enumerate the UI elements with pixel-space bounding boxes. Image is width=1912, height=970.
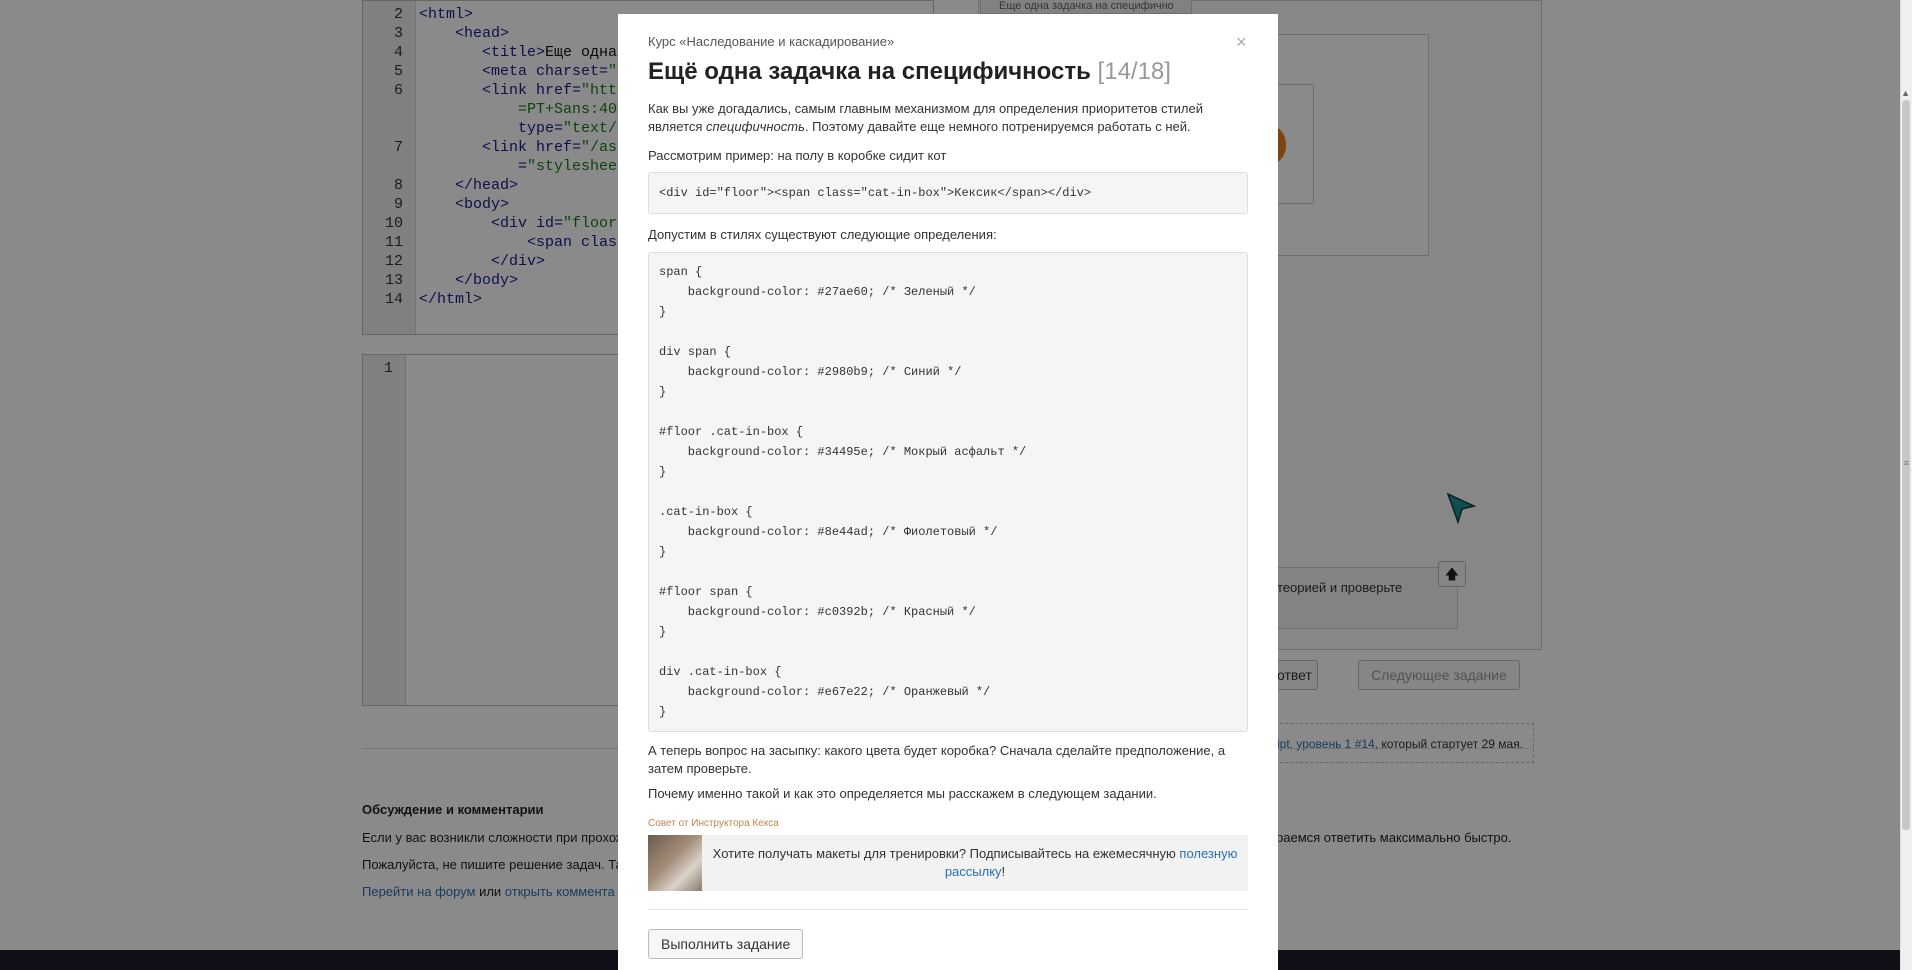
modal-title-text: Ещё одна задачка на специфичность (648, 58, 1091, 85)
task-counter: [14/18] (1097, 58, 1171, 85)
scroll-grip-icon: ≡ (1903, 458, 1909, 468)
example-intro: Рассмотрим пример: на полу в коробке сид… (648, 148, 947, 163)
styles-intro: Допустим в стилях существуют следующие о… (648, 227, 997, 242)
advice-text: Хотите получать макеты для тренировки? П… (702, 845, 1248, 881)
intro-emphasis: специфичность (706, 119, 805, 134)
advice-label: Совет от Инструктора Кекса (648, 818, 779, 829)
css-example-code: span { background-color: #27ae60; /* Зел… (648, 252, 1248, 732)
do-task-button[interactable]: Выполнить задание (648, 929, 804, 959)
modal-divider (648, 909, 1248, 910)
task-modal: Курс «Наследование и каскадирование» × Е… (618, 14, 1278, 970)
intro-paragraph: Как вы уже догадались, самым главным мех… (648, 100, 1248, 136)
instructor-cat-avatar (648, 835, 702, 891)
followup-paragraph: Почему именно такой и как это определяет… (648, 786, 1157, 801)
intro-text-2: . Поэтому давайте еще немного потренируе… (804, 119, 1191, 134)
advice-box: Хотите получать макеты для тренировки? П… (648, 835, 1248, 891)
page-scrollbar[interactable]: ▲ ≡ (1900, 0, 1912, 970)
close-icon[interactable]: × (1236, 32, 1247, 53)
scroll-arrow-up-icon[interactable]: ▲ (1901, 88, 1910, 98)
course-label: Курс «Наследование и каскадирование» (648, 34, 895, 49)
advice-text-body: Хотите получать макеты для тренировки? П… (712, 846, 1180, 861)
advice-text-end: ! (1001, 864, 1006, 879)
question-paragraph: А теперь вопрос на засыпку: какого цвета… (648, 743, 1226, 776)
modal-title: Ещё одна задачка на специфичность [14/18… (648, 58, 1171, 86)
html-example-code: <div id="floor"><span class="cat-in-box"… (648, 172, 1248, 214)
